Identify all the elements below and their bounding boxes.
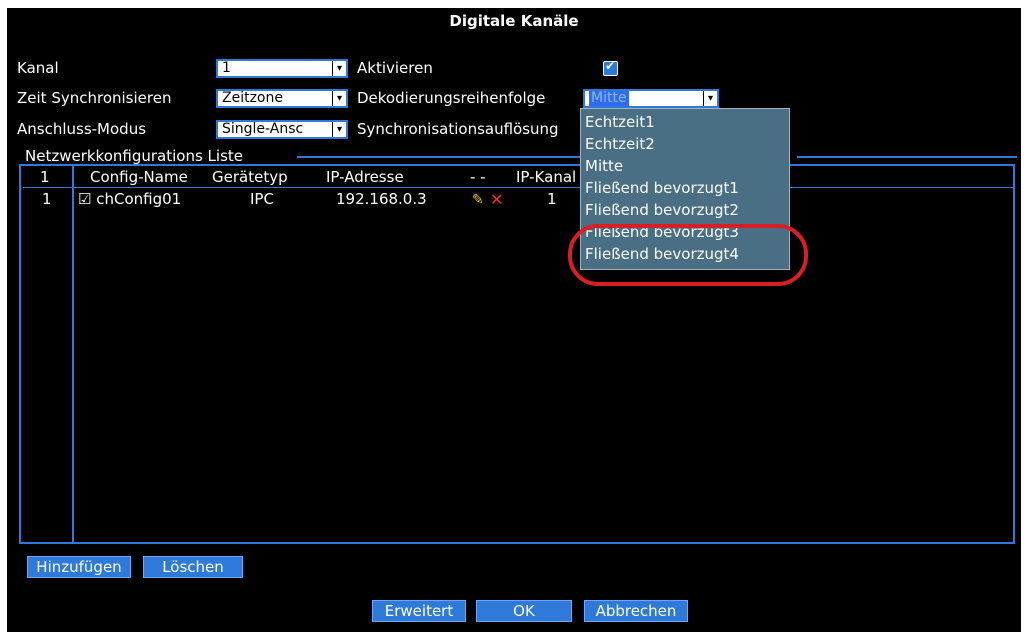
- kanal-value: 1: [222, 60, 231, 76]
- col-header-config-name: Config-Name: [90, 168, 188, 186]
- dialog-title: Digitale Kanäle: [449, 12, 579, 30]
- dropdown-option[interactable]: Echtzeit1: [585, 113, 655, 131]
- chevron-down-icon: ▾: [332, 91, 346, 106]
- dropdown-option[interactable]: Fließend bevorzugt2: [585, 201, 739, 219]
- header-divider: [23, 187, 1013, 188]
- zeit-sync-value: Zeitzone: [222, 90, 283, 106]
- kanal-label: Kanal: [17, 59, 59, 77]
- dekodierung-select[interactable]: Mitte ▾: [583, 89, 719, 108]
- dropdown-option[interactable]: Echtzeit2: [585, 135, 655, 153]
- chevron-down-icon: ▾: [332, 61, 346, 76]
- row-device-type: IPC: [250, 190, 274, 208]
- row-ip: 192.168.0.3: [336, 190, 427, 208]
- dekodierung-value: Mitte: [589, 90, 629, 106]
- netzwerk-liste-label: Netzwerkkonfigurations Liste: [25, 147, 243, 165]
- pencil-icon[interactable]: ✎: [472, 192, 484, 208]
- table-row[interactable]: ☑ chConfig01: [78, 190, 181, 208]
- dekodierung-label: Dekodierungsreihenfolge: [357, 89, 546, 107]
- aktivieren-checkbox[interactable]: ✔: [603, 59, 618, 76]
- add-button[interactable]: Hinzufügen: [27, 556, 131, 578]
- dropdown-option[interactable]: Mitte: [585, 157, 623, 175]
- chevron-down-icon: ▾: [332, 122, 346, 137]
- aktivieren-label: Aktivieren: [357, 59, 433, 77]
- col-header-dash: - -: [470, 168, 486, 186]
- cancel-button[interactable]: Abbrechen: [584, 600, 688, 622]
- ok-button[interactable]: OK: [476, 600, 572, 622]
- delete-x-icon[interactable]: ✕: [490, 190, 503, 209]
- delete-button[interactable]: Löschen: [143, 556, 243, 578]
- row-config-name: chConfig01: [96, 190, 182, 208]
- advanced-button[interactable]: Erweitert: [372, 600, 466, 622]
- anschluss-value: Single-Ansc: [222, 121, 304, 137]
- col-header-ip-channel: IP-Kanal: [516, 168, 577, 186]
- config-list[interactable]: [19, 164, 1015, 544]
- zeit-sync-select[interactable]: Zeitzone ▾: [216, 89, 348, 108]
- row-index: 1: [42, 190, 52, 208]
- annotation-circle: [568, 224, 808, 286]
- checkbox-icon[interactable]: ☑: [78, 190, 91, 208]
- row-ip-channel: 1: [547, 190, 557, 208]
- synchronisation-label: Synchronisationsauflösung: [357, 120, 559, 138]
- group-divider: [797, 156, 1017, 158]
- group-divider: [297, 156, 587, 158]
- anschluss-select[interactable]: Single-Ansc ▾: [216, 120, 348, 139]
- chevron-down-icon: ▾: [703, 91, 717, 106]
- dropdown-option[interactable]: Fließend bevorzugt1: [585, 179, 739, 197]
- anschluss-label: Anschluss-Modus: [17, 120, 147, 138]
- checkmark-icon: ✔: [605, 59, 616, 73]
- zeit-sync-label: Zeit Synchronisieren: [17, 89, 172, 107]
- col-header-device-type: Gerätetyp: [212, 168, 288, 186]
- col-header-ip: IP-Adresse: [326, 168, 404, 186]
- list-divider: [72, 166, 74, 542]
- kanal-select[interactable]: 1 ▾: [216, 59, 348, 78]
- col-header-index: 1: [40, 168, 50, 186]
